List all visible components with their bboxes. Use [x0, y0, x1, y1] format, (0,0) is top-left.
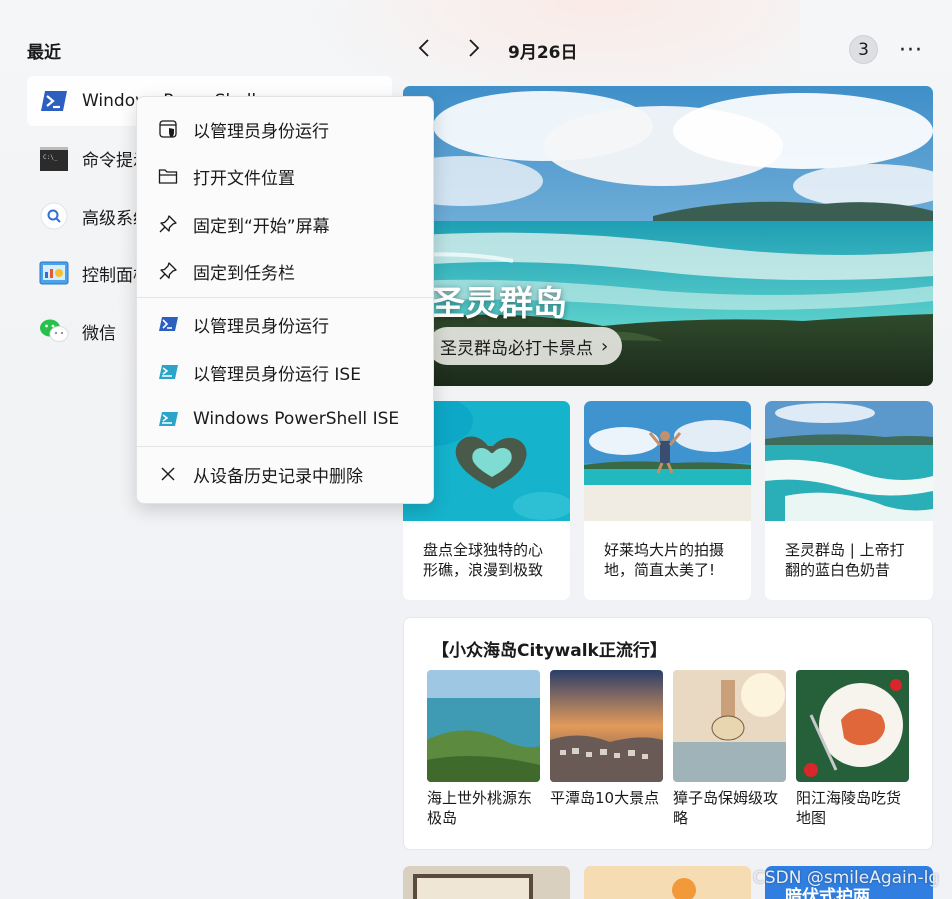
shield-icon: [157, 118, 179, 140]
menu-item-open-file-location[interactable]: 打开文件位置: [137, 156, 433, 196]
article-card[interactable]: 圣灵群岛 | 上帝打翻的蓝白色奶昔: [765, 401, 933, 600]
menu-item-remove-from-history[interactable]: 从设备历史记录中删除: [137, 454, 433, 494]
topic-item[interactable]: 平潭岛10大景点: [550, 670, 663, 808]
menu-item-run-as-admin-powershell[interactable]: 以管理员身份运行: [137, 304, 433, 344]
context-menu: 以管理员身份运行 打开文件位置 固定到“开始”屏幕 固定到任务栏 以管理员身份运…: [136, 96, 434, 504]
topic-item-image: [796, 670, 909, 782]
topic-item[interactable]: 阳江海陵岛吃货地图: [796, 670, 909, 828]
menu-item-label: 以管理员身份运行: [193, 121, 329, 142]
card-text: 好莱坞大片的拍摄地，简直太美了!: [604, 541, 725, 579]
menu-item-pin-to-taskbar[interactable]: 固定到任务栏: [137, 251, 433, 291]
wechat-icon: [39, 316, 69, 346]
card-image: [403, 866, 570, 899]
card-text: 圣灵群岛 | 上帝打翻的蓝白色奶昔: [785, 541, 905, 579]
pin-icon: [157, 260, 179, 282]
menu-item-label: 以管理员身份运行: [193, 316, 329, 337]
card-image: [765, 401, 933, 521]
article-card[interactable]: [584, 866, 751, 899]
menu-item-run-as-admin-ise[interactable]: 以管理员身份运行 ISE: [137, 352, 433, 392]
menu-item-label: 固定到任务栏: [193, 263, 295, 284]
control-panel-icon: [39, 259, 69, 289]
menu-separator: [137, 446, 433, 447]
previous-button[interactable]: [410, 36, 438, 64]
chevron-right-icon: ›: [601, 335, 609, 357]
card-image: [584, 866, 751, 899]
topic-item-image: [427, 670, 540, 782]
topic-item[interactable]: 海上世外桃源东极岛: [427, 670, 540, 828]
topic-title[interactable]: 【小众海岛Citywalk正流行】: [432, 636, 667, 661]
powershell-icon: [39, 86, 69, 116]
topic-item-label: 阳江海陵岛吃货地图: [796, 789, 902, 827]
folder-icon: [157, 165, 179, 187]
topic-section: 【小众海岛Citywalk正流行】 海上世外桃源东极岛 平潭岛10大景点 獐子岛…: [403, 617, 933, 850]
topic-item-image: [550, 670, 663, 782]
menu-item-pin-to-start[interactable]: 固定到“开始”屏幕: [137, 204, 433, 244]
menu-item-label: 固定到“开始”屏幕: [193, 216, 330, 237]
command-prompt-icon: C:\_: [39, 144, 69, 174]
menu-item-run-as-admin[interactable]: 以管理员身份运行: [137, 109, 433, 149]
card-image: [584, 401, 751, 521]
menu-item-label: 从设备历史记录中删除: [193, 466, 363, 487]
chevron-right-icon: [467, 38, 481, 62]
watermark: CSDN @smileAgain-lg: [753, 868, 940, 888]
hero-title: 圣灵群岛: [431, 284, 567, 324]
hero-pill-button[interactable]: 圣灵群岛必打卡景点 ›: [428, 327, 623, 365]
more-options-button[interactable]: ···: [897, 36, 925, 64]
powershell-ise-icon: [157, 408, 179, 430]
menu-separator: [137, 297, 433, 298]
recent-item-label: 微信: [82, 323, 116, 344]
hero-pill-label: 圣灵群岛必打卡景点: [440, 338, 593, 359]
chevron-left-icon: [417, 38, 431, 62]
menu-item-label: Windows PowerShell ISE: [193, 409, 400, 429]
search-settings-icon: [39, 201, 69, 231]
article-card[interactable]: [403, 866, 570, 899]
notification-count-badge[interactable]: 3: [849, 35, 878, 64]
powershell-icon: [157, 313, 179, 335]
date-label: 9月26日: [508, 43, 578, 63]
powershell-ise-icon: [157, 361, 179, 383]
hero-card[interactable]: 圣灵群岛 圣灵群岛必打卡景点 ›: [403, 86, 933, 386]
pin-icon: [157, 213, 179, 235]
topic-item-label: 平潭岛10大景点: [550, 789, 660, 807]
close-icon: [157, 463, 179, 485]
topic-item[interactable]: 獐子岛保姆级攻略: [673, 670, 786, 828]
card-text: 盘点全球独特的心形礁，浪漫到极致: [423, 541, 544, 579]
article-card[interactable]: 好莱坞大片的拍摄地，简直太美了!: [584, 401, 751, 600]
topic-item-image: [673, 670, 786, 782]
svg-text:C:\_: C:\_: [43, 154, 58, 161]
topic-item-label: 獐子岛保姆级攻略: [673, 789, 779, 827]
recent-title: 最近: [27, 43, 61, 63]
menu-item-label: 打开文件位置: [193, 168, 295, 189]
topic-item-label: 海上世外桃源东极岛: [427, 789, 533, 827]
menu-item-label: 以管理员身份运行 ISE: [193, 364, 361, 385]
menu-item-open-ise[interactable]: Windows PowerShell ISE: [137, 399, 433, 439]
next-button[interactable]: [460, 36, 488, 64]
